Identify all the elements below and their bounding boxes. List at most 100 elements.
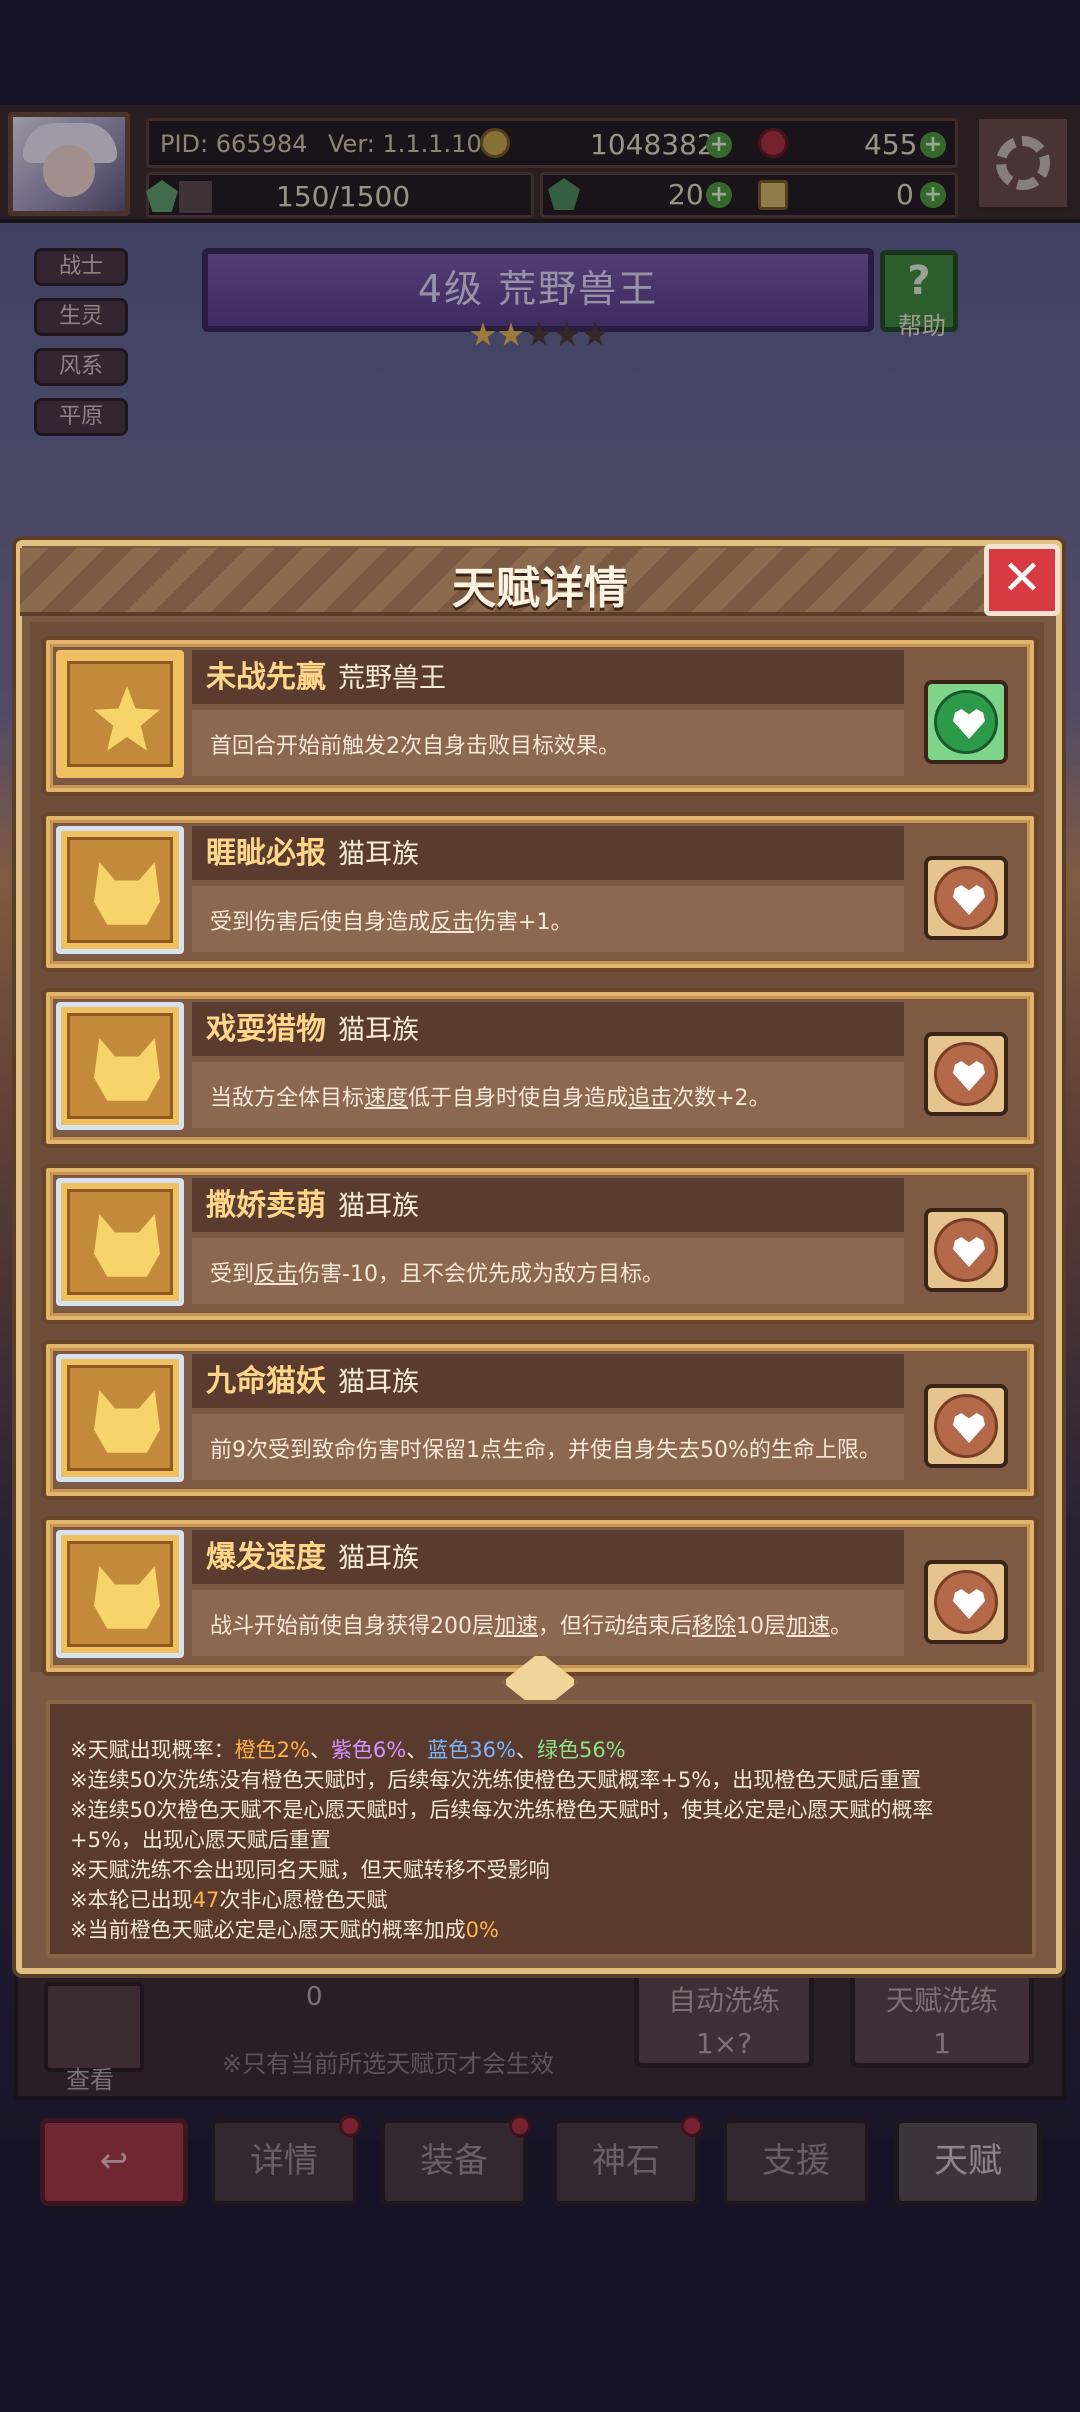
desc-text: 次数+2。 (672, 1086, 771, 1111)
talent-card[interactable]: 九命猫妖 猫耳族前9次受到致命伤害时保留1点生命，并使自身失去50%的生命上限。 (42, 1340, 1038, 1500)
wish-heart-bg (934, 1042, 998, 1106)
keyword-link[interactable]: 反击 (254, 1262, 298, 1287)
talent-card[interactable]: 睚眦必报 猫耳族受到伤害后使自身造成反击伤害+1。 (42, 812, 1038, 972)
info-line-7-num: 0% (465, 1918, 499, 1942)
desc-text: 低于自身时使自身造成 (408, 1086, 629, 1111)
desc-text: 伤害-10，且不会优先成为敌方目标。 (298, 1262, 664, 1287)
info-line-6-num: 47 (192, 1888, 220, 1912)
talent-icon-bg (67, 1541, 173, 1647)
keyword-link[interactable]: 加速 (786, 1614, 830, 1639)
talent-name: 撒娇卖萌 (206, 1188, 326, 1223)
talent-description: 受到反击伤害-10，且不会优先成为敌方目标。 (210, 1256, 664, 1288)
talent-tribe: 猫耳族 (338, 1543, 419, 1574)
keyword-link[interactable]: 移除 (692, 1614, 736, 1639)
talent-icon-frame (56, 1354, 184, 1482)
cat-icon (94, 1214, 160, 1277)
info-line-6: ※本轮已出现47次非心愿橙色天赋 (70, 1884, 387, 1914)
keyword-link[interactable]: 反击 (430, 910, 474, 935)
close-button[interactable]: ✕ (984, 544, 1060, 616)
prob-sep-1: 、 (309, 1738, 331, 1762)
talent-icon-frame (56, 650, 184, 778)
desc-text: 10层 (736, 1614, 787, 1639)
wish-heart-bg (934, 866, 998, 930)
talent-icon-bg (67, 837, 173, 943)
wish-heart-button[interactable] (924, 1384, 1008, 1468)
talent-description: 受到伤害后使自身造成反击伤害+1。 (210, 904, 572, 936)
star-icon (94, 686, 160, 751)
info-line-6-pre: ※本轮已出现 (70, 1888, 193, 1912)
wish-heart-bg (934, 1218, 998, 1282)
talent-description: 战斗开始前使自身获得200层加速，但行动结束后移除10层加速。 (210, 1608, 852, 1640)
talent-card[interactable]: 戏耍猎物 猫耳族 当敌方全体目标速度低于自身时使自身造成追击次数+2。 (42, 988, 1038, 1148)
talent-card[interactable]: 未战先赢 荒野兽王首回合开始前触发2次自身击败目标效果。 (42, 636, 1038, 796)
info-line-7-pre: ※当前橙色天赋必定是心愿天赋的概率加成 (70, 1918, 466, 1942)
wish-heart-button[interactable] (924, 856, 1008, 940)
dialog-title: 天赋详情 (452, 563, 628, 614)
talent-tribe: 猫耳族 (338, 1191, 419, 1222)
talent-name: 未战先赢 (206, 660, 326, 695)
talent-tribe: 猫耳族 (338, 839, 419, 870)
talent-tribe: 荒野兽王 (338, 663, 446, 694)
talent-description: 首回合开始前触发2次自身击败目标效果。 (210, 728, 620, 760)
heart-icon (953, 709, 985, 739)
talent-description: 前9次受到致命伤害时保留1点生命，并使自身失去50%的生命上限。 (210, 1432, 881, 1464)
wish-heart-button[interactable] (924, 1032, 1008, 1116)
talent-card[interactable]: 撒娇卖萌 猫耳族受到反击伤害-10，且不会优先成为敌方目标。 (42, 1164, 1038, 1324)
desc-text: ，但行动结束后 (538, 1614, 693, 1639)
heart-icon (953, 1589, 985, 1619)
talent-icon-bg (67, 1013, 173, 1119)
heart-icon (953, 1413, 985, 1443)
wish-heart-bg (934, 690, 998, 754)
cat-icon (94, 1390, 160, 1453)
keyword-link[interactable]: 速度 (364, 1086, 408, 1111)
heart-icon (953, 885, 985, 915)
wish-heart-button[interactable] (924, 1560, 1008, 1644)
info-line-6-post: 次非心愿橙色天赋 (219, 1888, 388, 1912)
cat-icon (94, 1566, 160, 1629)
talent-icon-bg (67, 1365, 173, 1471)
keyword-link[interactable]: 加速 (494, 1614, 538, 1639)
desc-text: 伤害+1。 (474, 910, 573, 935)
close-icon: ✕ (1001, 550, 1043, 606)
talent-icon-bg (67, 661, 173, 767)
talent-icon-frame (56, 1530, 184, 1658)
prob-sep-3: 、 (515, 1738, 537, 1762)
talent-icon-bg (67, 1189, 173, 1295)
desc-text: 前9次受到致命伤害时保留1点生命，并使自身失去50%的生命上限。 (210, 1438, 881, 1463)
wish-heart-bg (934, 1570, 998, 1634)
wish-heart-bg (934, 1394, 998, 1458)
talent-icon-frame (56, 1002, 184, 1130)
prob-orange: 橙色2% (234, 1738, 310, 1762)
info-line-7: ※当前橙色天赋必定是心愿天赋的概率加成0% (70, 1914, 499, 1944)
talent-name: 爆发速度 (206, 1540, 326, 1575)
keyword-link[interactable]: 追击 (628, 1086, 672, 1111)
desc-text: 战斗开始前使自身获得200层 (210, 1614, 494, 1639)
prob-green: 绿色56% (536, 1738, 626, 1762)
heart-icon (953, 1237, 985, 1267)
info-line-2: ※连续50次洗练没有橙色天赋时，后续每次洗练使橙色天赋概率+5%，出现橙色天赋后… (70, 1768, 922, 1792)
talent-icon-frame (56, 1178, 184, 1306)
cat-icon (94, 1038, 160, 1101)
talent-description: 当敌方全体目标速度低于自身时使自身造成追击次数+2。 (210, 1080, 771, 1112)
prob-prefix: ※天赋出现概率： (70, 1738, 235, 1762)
info-line-5: ※天赋洗练不会出现同名天赋，但天赋转移不受影响 (70, 1858, 550, 1882)
heart-icon (953, 1061, 985, 1091)
wish-heart-button[interactable] (924, 1208, 1008, 1292)
wish-heart-button[interactable] (924, 680, 1008, 764)
cat-icon (94, 862, 160, 925)
talent-icon-frame (56, 826, 184, 954)
talent-name: 戏耍猎物 (206, 1012, 326, 1047)
talent-name: 九命猫妖 (206, 1364, 326, 1399)
prob-sep-2: 、 (406, 1738, 428, 1762)
desc-text: 首回合开始前触发2次自身击败目标效果。 (210, 734, 620, 759)
talent-name: 睚眦必报 (206, 836, 326, 871)
desc-text: 当敌方全体目标 (210, 1086, 365, 1111)
prob-blue: 蓝色36% (427, 1738, 516, 1762)
prob-purple: 紫色6% (330, 1738, 407, 1762)
desc-text: 。 (830, 1614, 853, 1639)
info-line-4: +5%，出现心愿天赋后重置 (70, 1828, 331, 1852)
talent-tribe: 猫耳族 (338, 1367, 419, 1398)
desc-text: 受到 (210, 1262, 255, 1287)
probability-line: ※天赋出现概率：橙色2%、紫色6%、蓝色36%、绿色56% (70, 1734, 626, 1764)
desc-text: 受到伤害后使自身造成 (210, 910, 431, 935)
